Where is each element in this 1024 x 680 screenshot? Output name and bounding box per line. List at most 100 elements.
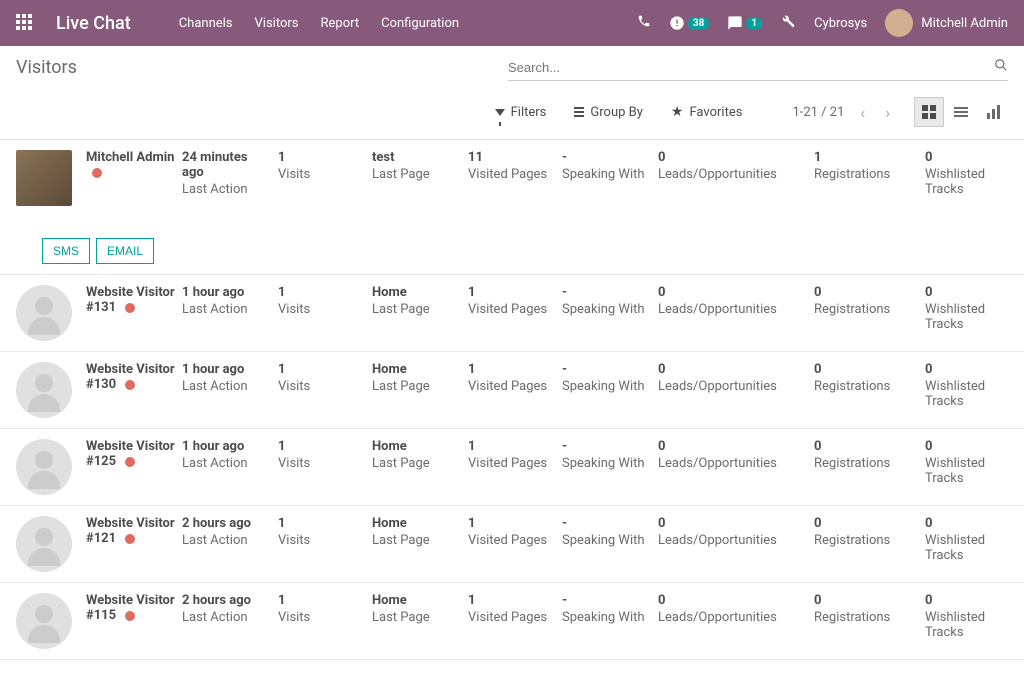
leads-value: 0: [658, 593, 808, 608]
last-page-col: test Last Page: [372, 150, 462, 182]
favorites-button[interactable]: ★ Favorites: [671, 104, 743, 120]
last-action-value: 2 hours ago: [182, 593, 272, 608]
visited-pages-value: 1: [468, 439, 556, 454]
registrations-col: 0 Registrations: [814, 362, 919, 394]
visitors-list[interactable]: Mitchell Admin SMS EMAIL 24 minutes ago …: [0, 140, 1024, 680]
visits-col: 1 Visits: [278, 439, 366, 471]
wishlisted-label: Wishlisted Tracks: [925, 167, 1015, 197]
header-left: Live Chat Channels Visitors Report Confi…: [16, 13, 459, 34]
visited-pages-label: Visited Pages: [468, 302, 556, 317]
chart-icon: [987, 105, 1000, 119]
registrations-col: 0 Registrations: [814, 516, 919, 548]
search-container: [508, 54, 1008, 81]
header-right: 38 1 Cybrosys Mitchell Admin: [637, 9, 1008, 37]
last-action-value: 1 hour ago: [182, 285, 272, 300]
visited-pages-col: 11 Visited Pages: [468, 150, 556, 182]
registrations-value: 1: [814, 150, 919, 165]
speaking-with-label: Speaking With: [562, 167, 652, 182]
visited-pages-value: 1: [468, 516, 556, 531]
visitor-row[interactable]: Website Visitor #125 1 hour ago Last Act…: [0, 429, 1024, 506]
filters-button[interactable]: Filters: [495, 104, 547, 120]
pager-next[interactable]: ›: [881, 103, 894, 122]
last-action-value: 24 minutes ago: [182, 150, 272, 180]
registrations-col: 1 Registrations: [814, 150, 919, 182]
visits-label: Visits: [278, 302, 366, 317]
messages-indicator[interactable]: 1: [727, 15, 762, 31]
groupby-icon: [574, 107, 584, 117]
speaking-with-value: -: [562, 150, 652, 165]
nav-configuration[interactable]: Configuration: [381, 16, 459, 31]
visitor-columns: Website Visitor #125 1 hour ago Last Act…: [86, 439, 1015, 486]
pager-prev[interactable]: ‹: [856, 103, 869, 122]
company-name[interactable]: Cybrosys: [814, 16, 867, 31]
registrations-col: 0 Registrations: [814, 439, 919, 471]
last-action-col: 24 minutes ago Last Action: [182, 150, 272, 197]
visitor-avatar: [16, 439, 72, 495]
leads-col: 0 Leads/Opportunities: [658, 362, 808, 394]
pager-text[interactable]: 1-21 / 21: [792, 105, 844, 120]
wishlisted-label: Wishlisted Tracks: [925, 302, 1015, 332]
visits-label: Visits: [278, 610, 366, 625]
search-input[interactable]: [508, 60, 994, 75]
visitor-columns: Website Visitor #121 2 hours ago Last Ac…: [86, 516, 1015, 563]
status-dot: [125, 611, 135, 621]
visitor-actions: SMS EMAIL: [42, 238, 176, 264]
app-title[interactable]: Live Chat: [56, 13, 131, 34]
apps-icon[interactable]: [16, 14, 34, 32]
speaking-with-col: - Speaking With: [562, 439, 652, 471]
filters-label: Filters: [511, 105, 547, 120]
visited-pages-value: 1: [468, 593, 556, 608]
nav-report[interactable]: Report: [321, 16, 360, 31]
last-action-label: Last Action: [182, 302, 272, 317]
nav-visitors[interactable]: Visitors: [255, 16, 299, 31]
wishlisted-value: 0: [925, 593, 1015, 608]
leads-label: Leads/Opportunities: [658, 533, 808, 548]
groupby-button[interactable]: Group By: [574, 104, 643, 120]
last-page-label: Last Page: [372, 610, 462, 625]
last-page-col: Home Last Page: [372, 439, 462, 471]
visited-pages-label: Visited Pages: [468, 533, 556, 548]
speaking-with-col: - Speaking With: [562, 150, 652, 182]
last-page-label: Last Page: [372, 379, 462, 394]
last-action-value: 1 hour ago: [182, 439, 272, 454]
visitor-row[interactable]: Mitchell Admin SMS EMAIL 24 minutes ago …: [0, 140, 1024, 275]
email-button[interactable]: EMAIL: [96, 238, 154, 264]
visited-pages-col: 1 Visited Pages: [468, 516, 556, 548]
filter-group: Filters Group By ★ Favorites: [495, 104, 743, 120]
graph-view-button[interactable]: [978, 97, 1008, 127]
visited-pages-col: 1 Visited Pages: [468, 362, 556, 394]
status-dot: [125, 380, 135, 390]
visitor-row[interactable]: Website Visitor #115 2 hours ago Last Ac…: [0, 583, 1024, 660]
registrations-label: Registrations: [814, 456, 919, 471]
wishlisted-col: 0 Wishlisted Tracks: [925, 439, 1015, 486]
sms-button[interactable]: SMS: [42, 238, 90, 264]
last-page-col: Home Last Page: [372, 516, 462, 548]
last-page-value: test: [372, 150, 462, 165]
activities-indicator[interactable]: 38: [669, 15, 709, 31]
last-action-col: 1 hour ago Last Action: [182, 362, 272, 394]
visited-pages-value: 1: [468, 285, 556, 300]
last-page-label: Last Page: [372, 302, 462, 317]
wishlisted-label: Wishlisted Tracks: [925, 456, 1015, 486]
phone-icon[interactable]: [637, 14, 651, 32]
kanban-view-button[interactable]: [914, 97, 944, 127]
last-page-value: Home: [372, 593, 462, 608]
visitor-row[interactable]: Website Visitor #130 1 hour ago Last Act…: [0, 352, 1024, 429]
nav-channels[interactable]: Channels: [179, 16, 233, 31]
visits-col: 1 Visits: [278, 362, 366, 394]
speaking-with-value: -: [562, 362, 652, 377]
user-menu[interactable]: Mitchell Admin: [885, 9, 1008, 37]
nav-menu: Channels Visitors Report Configuration: [179, 16, 459, 31]
registrations-label: Registrations: [814, 610, 919, 625]
visits-col: 1 Visits: [278, 593, 366, 625]
visitor-row[interactable]: Website Visitor #121 2 hours ago Last Ac…: [0, 506, 1024, 583]
wishlisted-col: 0 Wishlisted Tracks: [925, 362, 1015, 409]
visitor-columns: Website Visitor #130 1 hour ago Last Act…: [86, 362, 1015, 409]
visitor-avatar: [16, 150, 72, 206]
visitor-row[interactable]: Website Visitor #131 1 hour ago Last Act…: [0, 275, 1024, 352]
list-view-button[interactable]: [946, 97, 976, 127]
registrations-label: Registrations: [814, 302, 919, 317]
tools-icon[interactable]: [780, 13, 796, 33]
speaking-with-value: -: [562, 439, 652, 454]
search-icon[interactable]: [994, 58, 1008, 76]
